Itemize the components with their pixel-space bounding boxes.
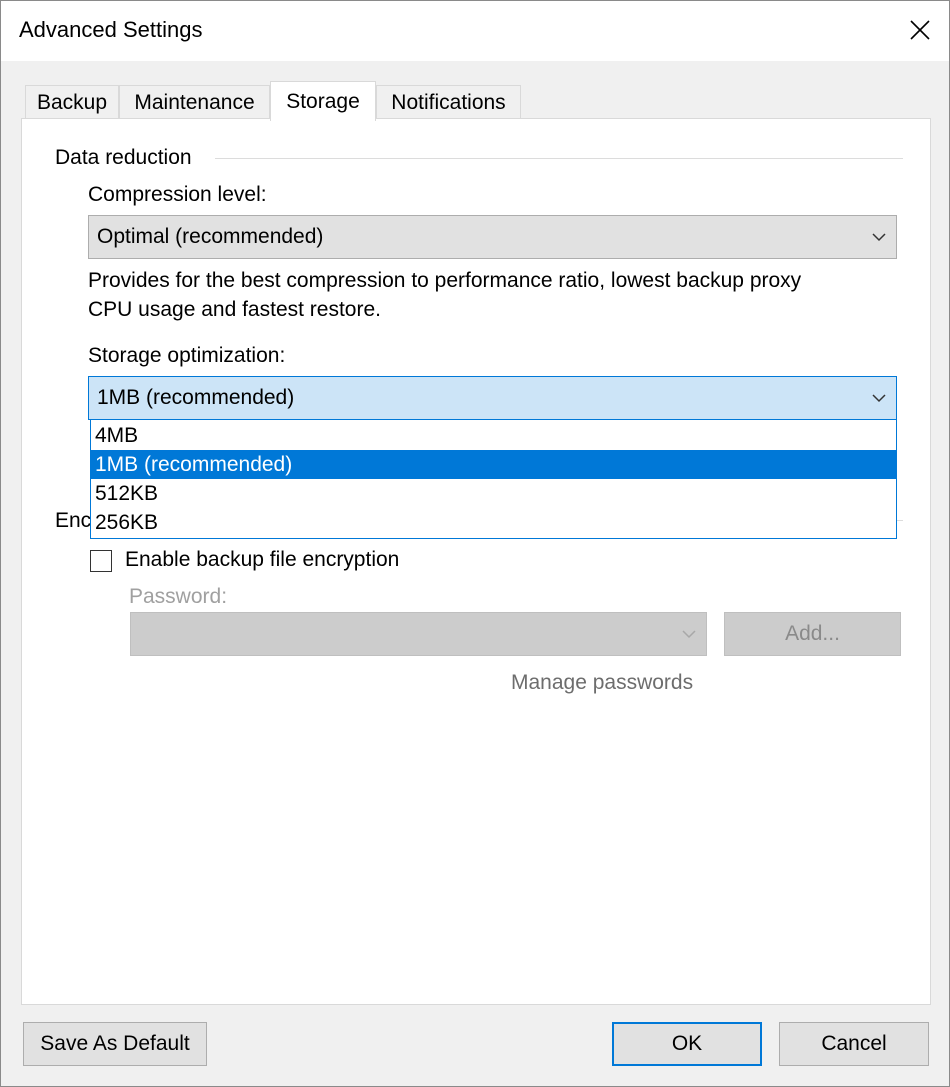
encryption-group-label: Enc: [55, 509, 91, 533]
chevron-down-icon: [682, 630, 696, 639]
tab-backup[interactable]: Backup: [25, 85, 119, 119]
storage-optimization-value: 1MB (recommended): [97, 386, 295, 409]
title-bar: Advanced Settings: [1, 1, 949, 61]
cancel-button[interactable]: Cancel: [779, 1022, 929, 1066]
password-select[interactable]: [130, 612, 707, 656]
dropdown-option-1mb[interactable]: 1MB (recommended): [91, 450, 896, 479]
group-divider: [215, 158, 903, 159]
manage-passwords-link[interactable]: Manage passwords: [511, 671, 693, 695]
tab-storage[interactable]: Storage: [270, 81, 376, 121]
password-label: Password:: [129, 585, 228, 608]
storage-optimization-label: Storage optimization:: [88, 344, 286, 367]
close-button[interactable]: [891, 1, 949, 59]
save-as-default-button[interactable]: Save As Default: [23, 1022, 207, 1066]
add-password-button[interactable]: Add...: [724, 612, 901, 656]
compression-level-label: Compression level:: [88, 183, 267, 206]
dropdown-option-512kb[interactable]: 512KB: [91, 479, 896, 508]
enable-encryption-checkbox[interactable]: [90, 550, 112, 572]
data-reduction-group-label: Data reduction: [55, 146, 200, 170]
storage-optimization-select[interactable]: 1MB (recommended): [88, 376, 897, 420]
chevron-down-icon: [872, 233, 886, 242]
close-icon: [910, 20, 930, 40]
dropdown-option-4mb[interactable]: 4MB: [91, 421, 896, 450]
group-divider: [897, 520, 903, 521]
enable-encryption-label[interactable]: Enable backup file encryption: [125, 548, 399, 572]
dropdown-option-256kb[interactable]: 256KB: [91, 508, 896, 537]
dialog-title: Advanced Settings: [19, 17, 203, 42]
ok-button[interactable]: OK: [612, 1022, 762, 1066]
tab-maintenance[interactable]: Maintenance: [119, 85, 270, 119]
advanced-settings-dialog: Advanced Settings Backup Maintenance Sto…: [0, 0, 950, 1087]
storage-optimization-dropdown: 4MB 1MB (recommended) 512KB 256KB: [90, 419, 897, 539]
compression-level-value: Optimal (recommended): [97, 225, 324, 248]
tab-notifications[interactable]: Notifications: [376, 85, 521, 119]
compression-description: Provides for the best compression to per…: [88, 269, 802, 321]
compression-level-select[interactable]: Optimal (recommended): [88, 215, 897, 259]
chevron-down-icon: [872, 394, 886, 403]
